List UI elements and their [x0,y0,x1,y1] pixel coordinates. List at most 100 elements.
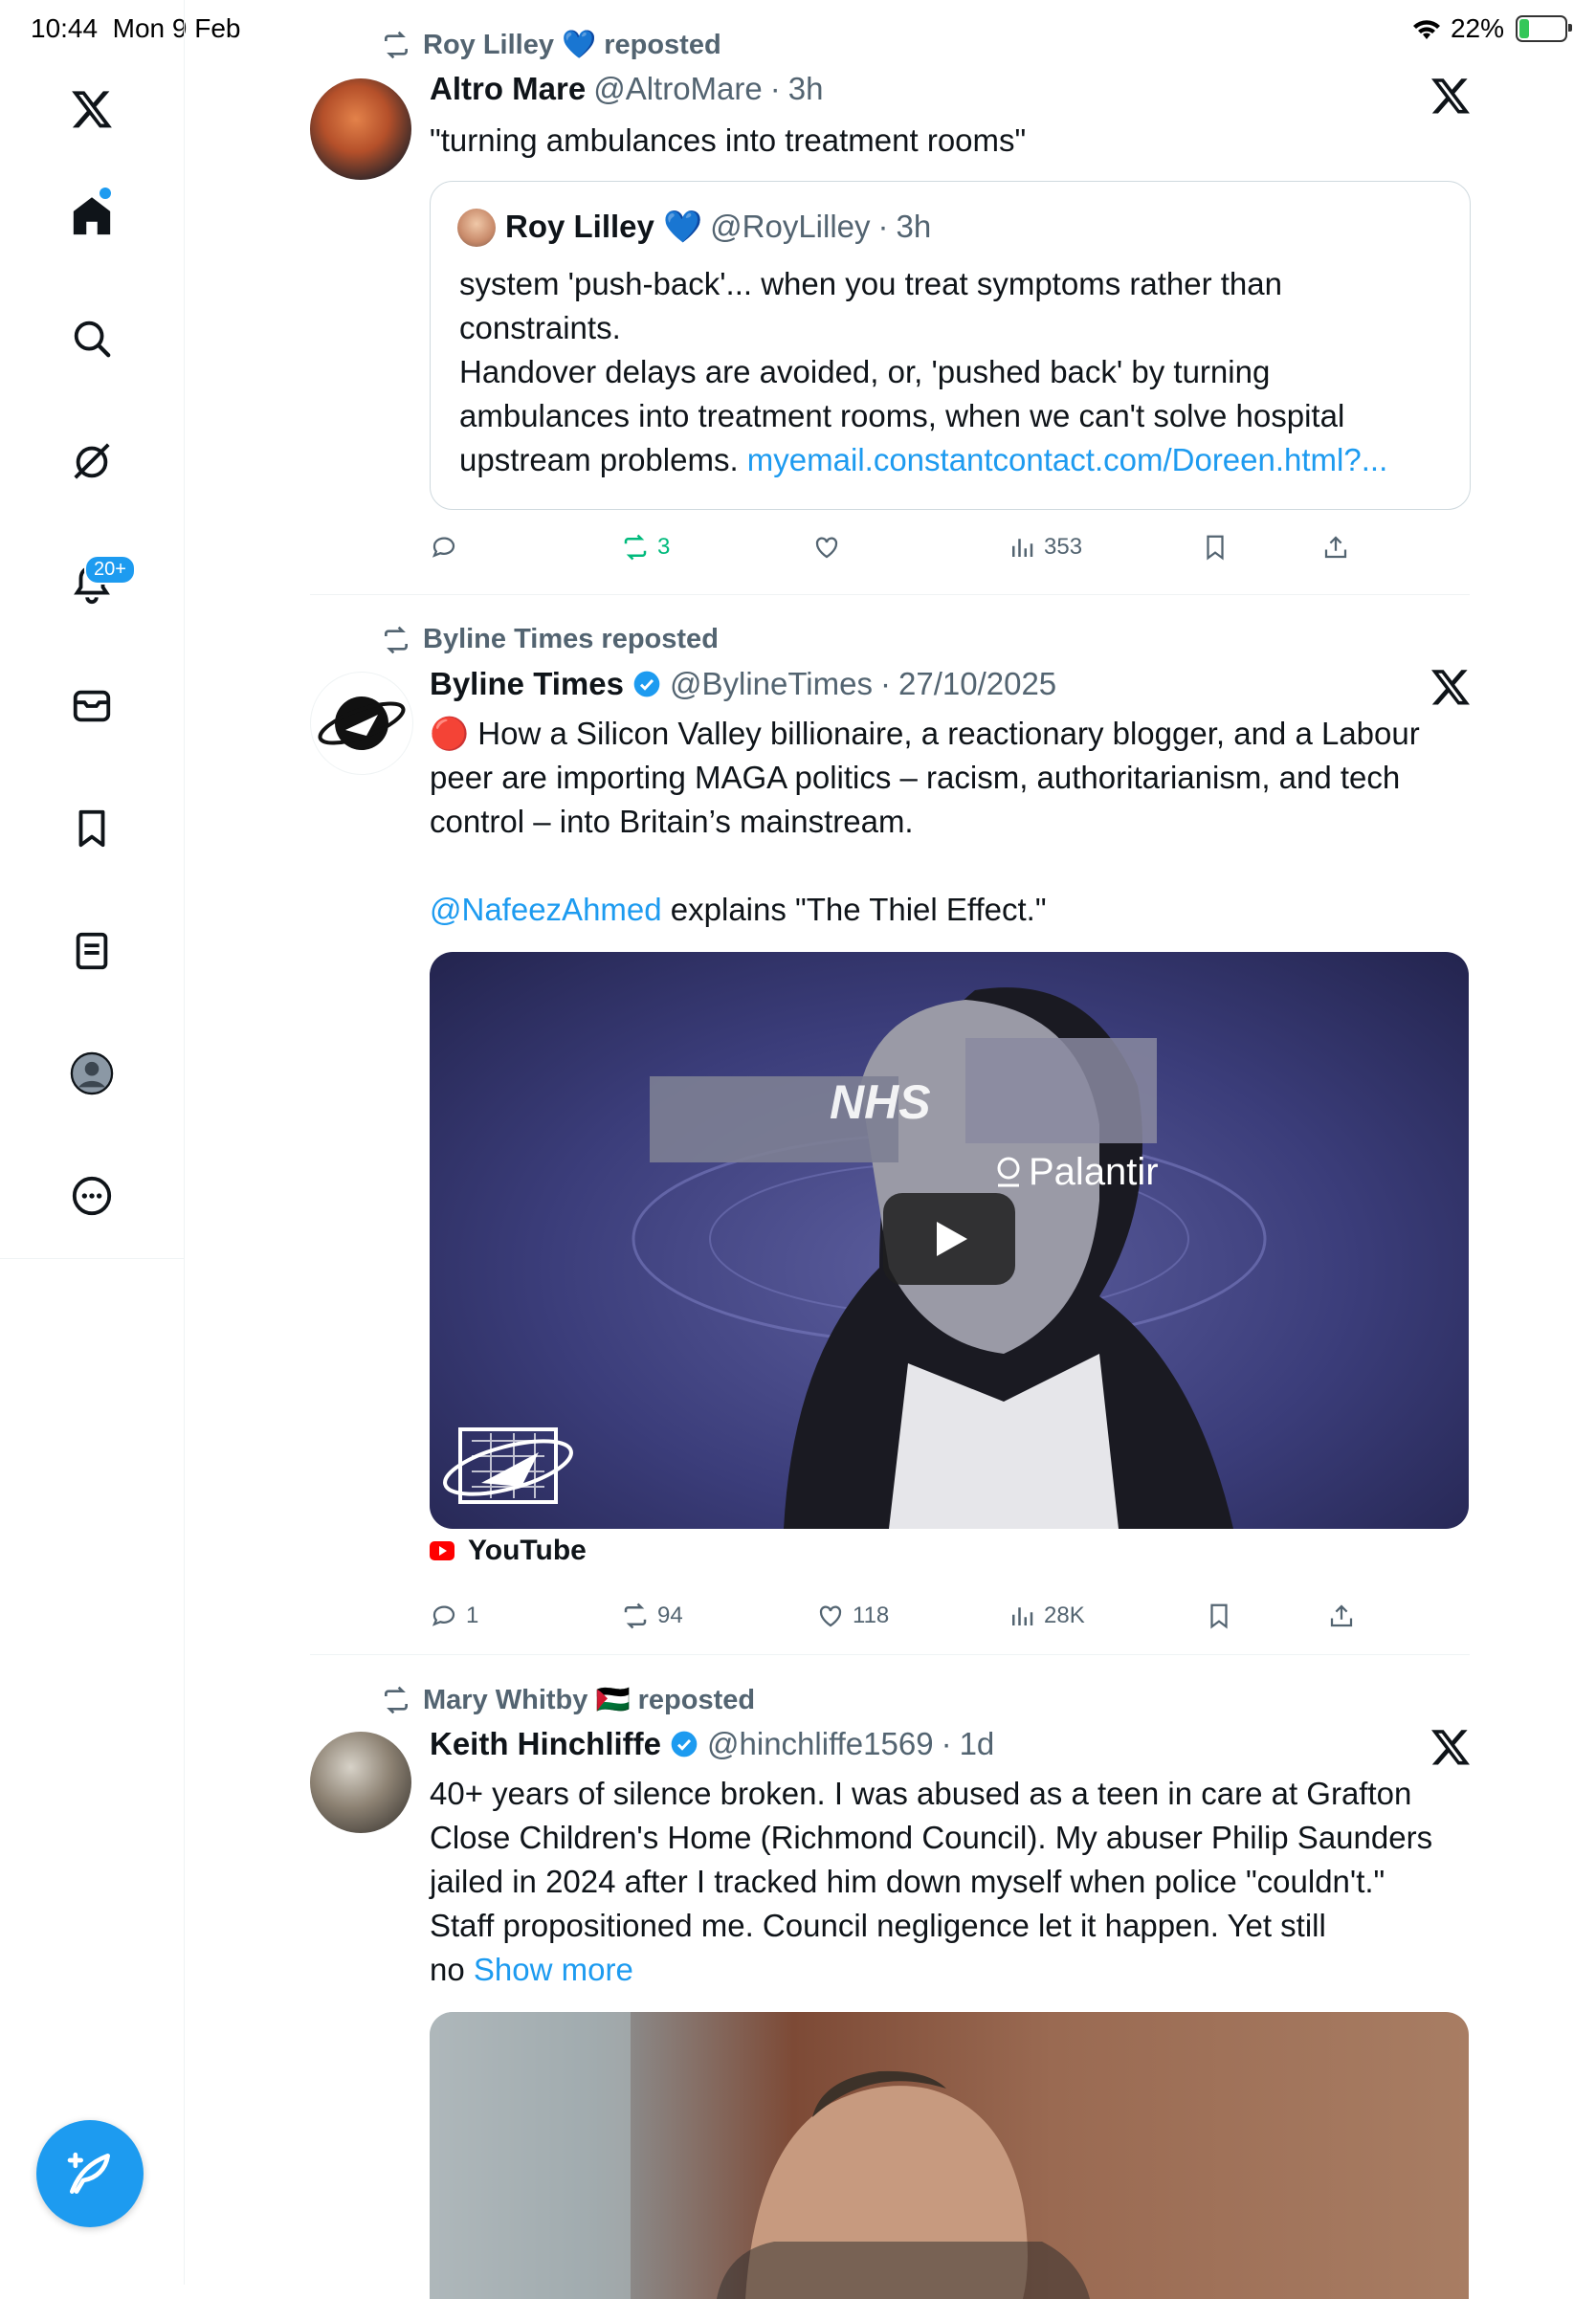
post-actions: 3 353 [430,526,1473,568]
post-time[interactable]: 27/10/2025 [898,666,1056,702]
views-count: 28K [1044,1603,1085,1628]
x-source-icon[interactable] [1430,1726,1472,1768]
repost-icon [385,31,408,59]
post-header: Byline Times @BylineTimes · 27/10/2025 [430,666,1056,702]
share-icon [1324,536,1347,559]
post-time[interactable]: 1d [960,1726,995,1762]
repost-button[interactable]: 3 [621,526,670,568]
compose-button[interactable] [36,2120,144,2227]
reply-button[interactable]: 1 [430,1595,478,1637]
post-actions: 1 94 118 28K [430,1595,1473,1637]
views-button[interactable]: 353 [1008,526,1082,568]
show-more-link[interactable]: Show more [474,1952,633,1987]
avatar[interactable] [310,672,413,775]
author-name[interactable]: Altro Mare [430,71,586,107]
avatar[interactable] [310,1732,411,1833]
text-line: Staff propositioned me. Council negligen… [430,1908,1326,1943]
quote-author-handle[interactable]: @RoyLilley [710,209,870,246]
photo-artwork [430,2012,1090,2299]
separator-dot: · [769,71,781,106]
repost-label: Byline Times reposted [423,624,719,654]
status-right: 22% [1410,13,1572,44]
author-name[interactable]: Keith Hinchliffe [430,1726,661,1762]
quote-line: ambulances into treatment rooms, when we… [459,398,1345,433]
x-source-icon[interactable] [1430,666,1472,708]
text-line: control – into Britain’s mainstream. [430,804,914,839]
bookmark-button[interactable] [1201,526,1230,568]
repost-action-icon [624,1603,647,1629]
repost-indicator: Byline Times reposted [381,624,719,655]
like-button[interactable]: 118 [816,1595,889,1637]
byline-logo-icon [318,696,406,750]
play-icon [937,1222,967,1256]
post-text: 🔴 How a Silicon Valley billionaire, a re… [430,712,1473,932]
post-photo[interactable] [430,2012,1469,2299]
author-name[interactable]: Byline Times [430,666,624,702]
post-text: "turning ambulances into treatment rooms… [430,122,1027,158]
video-palantir-text: Palantir [1029,1151,1159,1193]
messages-icon[interactable] [54,668,130,744]
video-palantir-label: Palantir [994,1151,1159,1194]
author-handle[interactable]: @AltroMare [593,71,763,107]
youtube-icon [430,1541,454,1560]
text-line: jailed in 2024 after I tracked him down … [430,1864,1385,1899]
quote-line: Handover delays are avoided, or, 'pushed… [459,354,1271,389]
separator-dot: · [879,666,891,701]
video-thumbnail[interactable]: NHS Palantir [430,952,1469,1529]
bookmark-button[interactable] [1205,1595,1233,1637]
views-button[interactable]: 28K [1008,1595,1085,1637]
lists-icon[interactable] [54,913,130,989]
media-source[interactable]: YouTube [430,1535,587,1567]
like-count: 118 [853,1603,890,1628]
verified-badge-icon [633,671,660,697]
text-line: explains "The Thiel Effect." [661,892,1047,927]
views-count: 353 [1044,534,1083,560]
home-unread-dot [100,188,111,199]
quote-line: constraints. [459,310,621,345]
author-handle[interactable]: @hinchliffe1569 [707,1726,934,1762]
heart-icon [815,537,838,559]
share-button[interactable] [1327,1595,1356,1637]
avatar[interactable] [310,78,411,180]
byline-watermark-icon [443,1427,573,1504]
quoted-post[interactable]: Roy Lilley 💙 @RoyLilley · 3h system 'pus… [430,181,1471,510]
mention-link[interactable]: @NafeezAhmed [430,892,662,927]
repost-button[interactable]: 94 [621,1595,683,1637]
search-icon[interactable] [54,300,130,377]
post-time[interactable]: 3h [788,71,824,107]
repost-indicator: Mary Whitby 🇵🇸 reposted [381,1684,755,1716]
quote-separator-dot: · [877,209,889,244]
verified-badge-icon [671,1731,698,1757]
repost-label: Roy Lilley 💙 reposted [423,30,721,60]
text-line: Close Children's Home (Richmond Council)… [430,1820,1433,1855]
sidebar: 20+ [0,0,185,2285]
reply-button[interactable] [430,526,466,568]
profile-icon[interactable] [54,1035,130,1112]
media-source-label: YouTube [468,1535,587,1566]
share-button[interactable] [1321,526,1350,568]
quote-time[interactable]: 3h [897,209,932,246]
bookmark-icon [1210,1603,1228,1629]
x-logo-icon[interactable] [54,71,130,147]
bookmarks-icon[interactable] [54,790,130,867]
more-icon[interactable] [54,1158,130,1234]
repost-count: 94 [657,1603,683,1628]
author-handle[interactable]: @BylineTimes [670,666,873,702]
x-source-icon[interactable] [1430,75,1472,117]
like-button[interactable] [812,526,849,568]
repost-icon [385,626,408,653]
quote-avatar[interactable] [457,209,496,247]
post-divider [310,1654,1470,1655]
palantir-logo-icon [997,1157,1020,1186]
grok-icon[interactable] [54,423,130,499]
home-icon[interactable] [54,178,130,254]
quote-link[interactable]: myemail.constantcontact.com/Doreen.html?… [747,442,1387,477]
play-button[interactable] [883,1193,1015,1285]
quote-author-name[interactable]: Roy Lilley 💙 [505,209,702,246]
battery-icon [1516,15,1572,42]
post-text: 40+ years of silence broken. I was abuse… [430,1772,1473,1992]
text-line: peer are importing MAGA politics – racis… [430,760,1401,795]
sidebar-divider [0,1258,184,1259]
repost-label: Mary Whitby 🇵🇸 reposted [423,1685,756,1715]
reply-icon [432,1605,455,1626]
